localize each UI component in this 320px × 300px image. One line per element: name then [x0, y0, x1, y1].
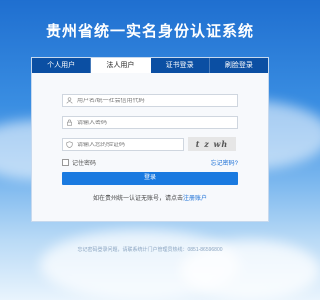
captcha-image[interactable]: t z wh	[188, 137, 236, 151]
login-tabs: 个人用户 法人用户 证书登录 刷脸登录	[32, 58, 268, 73]
footer-hotline: 忘记密码登录问题，请联系统计门户管理员热线：0851-86596800	[77, 247, 223, 253]
forgot-password-link[interactable]: 忘记密码?	[211, 158, 238, 167]
login-button[interactable]: 登录	[62, 172, 238, 185]
username-field	[62, 94, 238, 107]
remember-password[interactable]: 记住密码	[62, 158, 96, 167]
page-title: 贵州省统一实名身份认证系统	[45, 22, 254, 40]
lock-icon	[63, 119, 75, 126]
remember-checkbox[interactable]	[62, 159, 69, 166]
captcha-field	[62, 138, 184, 151]
tab-face-login[interactable]: 刷脸登录	[210, 58, 268, 73]
register-prompt-text: 如在贵州统一认证无账号，请点击	[92, 196, 183, 202]
register-prompt: 如在贵州统一认证无账号，请点击注册账户	[32, 193, 268, 202]
tab-personal-user[interactable]: 个人用户	[32, 58, 92, 73]
tab-legal-person-user[interactable]: 法人用户	[91, 58, 151, 73]
username-input[interactable]	[75, 97, 229, 104]
login-card: 个人用户 法人用户 证书登录 刷脸登录 t z wh 记住密码 忘记密码? 登录…	[31, 57, 269, 222]
captcha-input[interactable]	[75, 141, 179, 148]
user-icon	[63, 97, 75, 104]
password-field	[62, 116, 238, 129]
shield-icon	[63, 141, 75, 148]
tab-certificate-login[interactable]: 证书登录	[151, 58, 210, 73]
register-link[interactable]: 注册账户	[183, 196, 207, 202]
password-input[interactable]	[75, 119, 229, 126]
remember-label: 记住密码	[72, 161, 97, 167]
